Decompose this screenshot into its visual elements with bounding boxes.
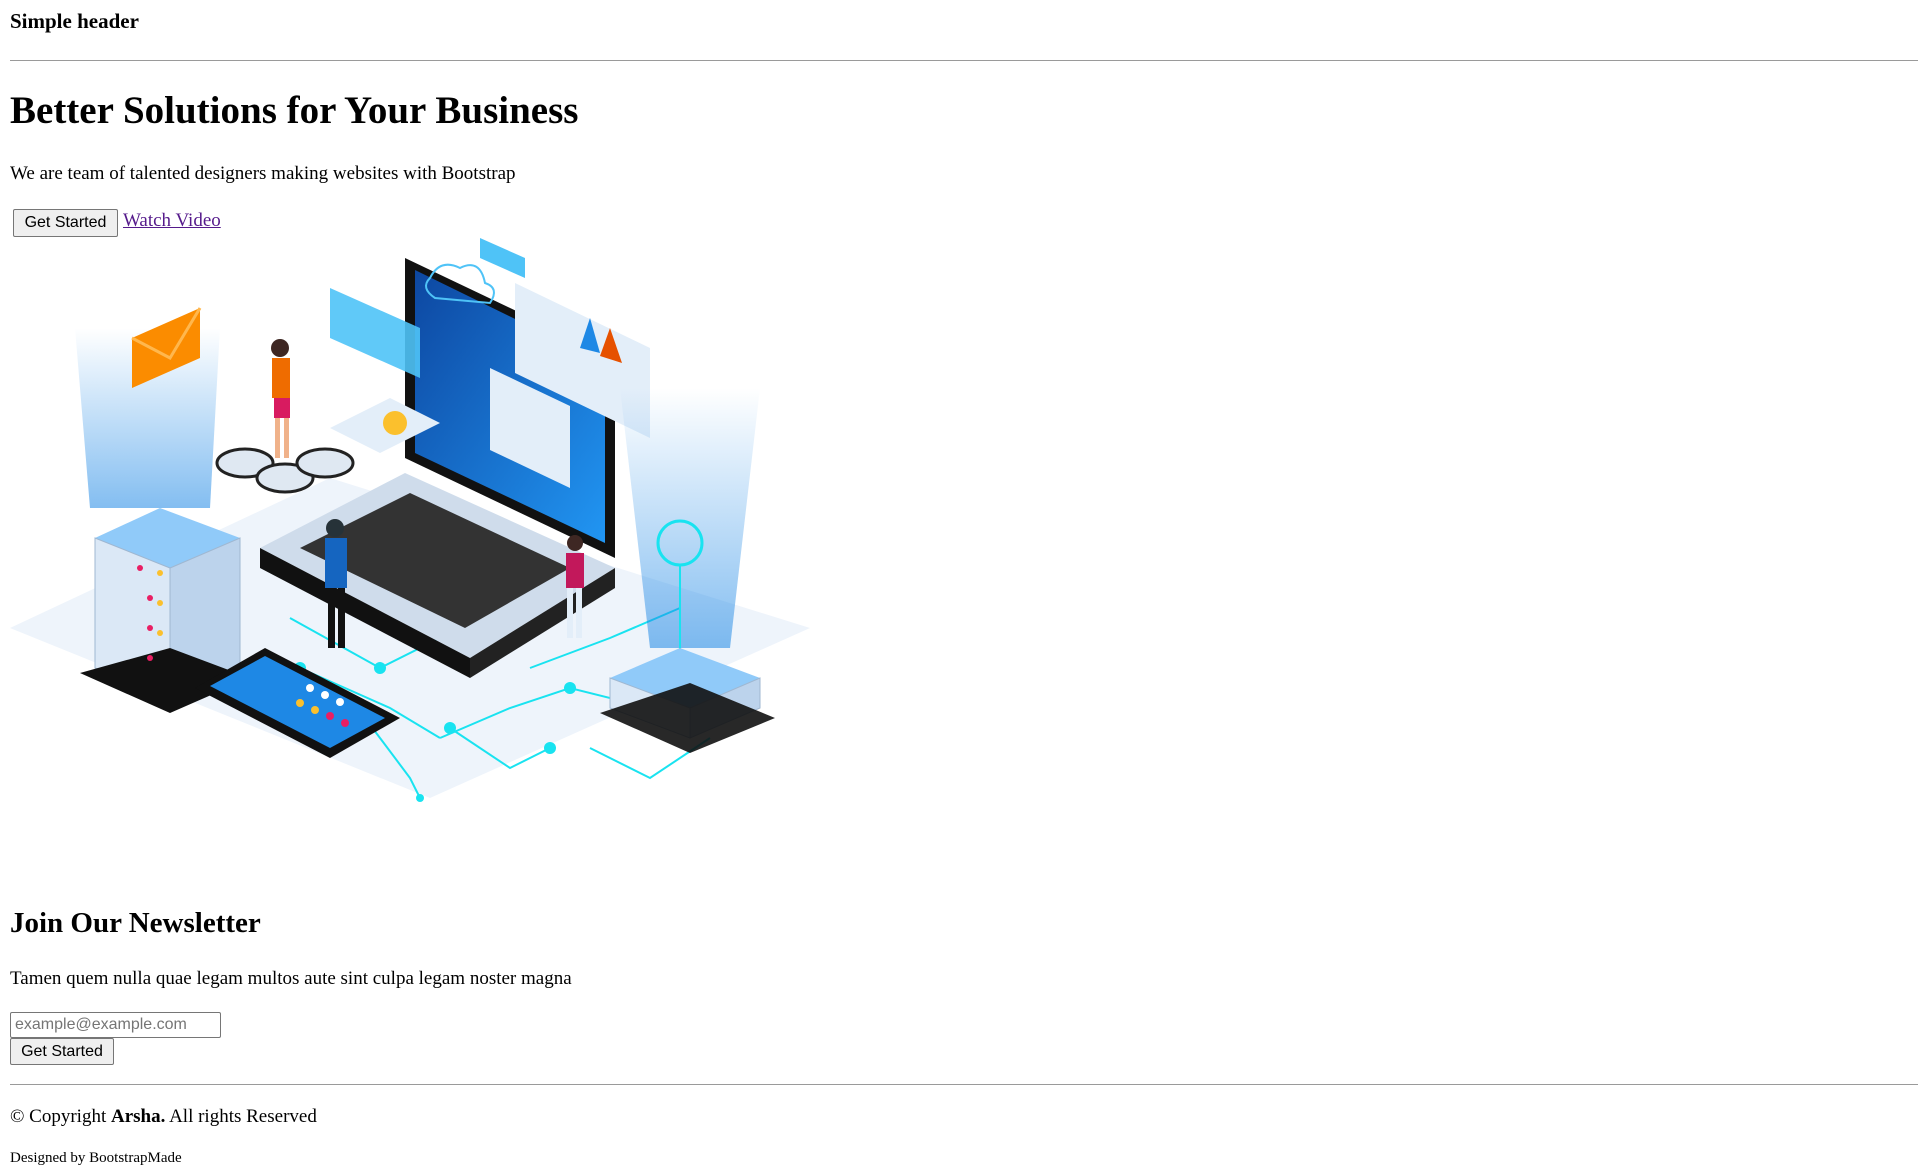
credits-text: Designed by BootstrapMade: [10, 1150, 182, 1166]
watch-video-link[interactable]: Watch Video: [123, 210, 221, 232]
newsletter-submit-button[interactable]: Get Started: [10, 1038, 114, 1065]
server-tower-left: [75, 328, 250, 713]
newsletter-description: Tamen quem nulla quae legam multos aute …: [10, 968, 572, 989]
newsletter-title: Join Our Newsletter: [10, 907, 261, 939]
copyright-text: © Copyright Arsha. All rights Reserved: [10, 1106, 317, 1128]
person-standing-woman: [271, 339, 290, 458]
brand-name: Arsha.: [111, 1106, 166, 1127]
hero-subtitle: We are team of talented designers making…: [10, 163, 516, 184]
header-divider: [10, 60, 1918, 61]
footer-divider: [10, 1084, 1918, 1085]
email-field[interactable]: [10, 1012, 221, 1038]
copyright-suffix: All rights Reserved: [169, 1106, 317, 1127]
hero-title: Better Solutions for Your Business: [10, 89, 579, 132]
get-started-button[interactable]: Get Started: [13, 209, 118, 237]
server-tower-right: [600, 388, 775, 753]
copyright-prefix: © Copyright: [10, 1106, 107, 1127]
site-header-title: Simple header: [10, 9, 139, 33]
hero-illustration: [10, 238, 810, 802]
